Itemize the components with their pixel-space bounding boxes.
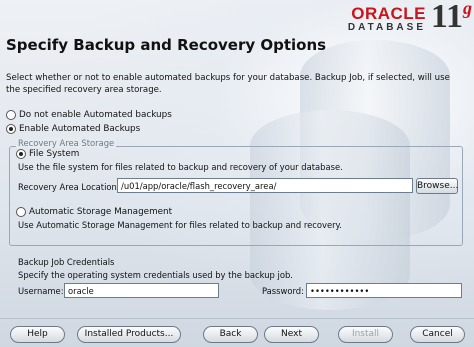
cancel-button[interactable]: Cancel [410,326,465,343]
radio-file-system[interactable]: File System [16,149,79,159]
radio-disable-backups[interactable]: Do not enable Automated backups [6,110,172,120]
radio-button-selected-icon [16,149,26,159]
logo-oracle-text: ORACLE [351,4,426,23]
credentials-heading: Backup Job Credentials [18,257,115,267]
radio-asm[interactable]: Automatic Storage Management [16,207,172,217]
radio-label: Do not enable Automated backups [19,110,172,120]
group-legend: Recovery Area Storage [16,138,117,148]
help-button[interactable]: Help [10,326,65,343]
asm-description: Use Automatic Storage Management for fil… [18,220,342,230]
installed-products-button[interactable]: Installed Products... [77,326,181,343]
radio-button-selected-icon [6,124,16,134]
username-input[interactable]: oracle [64,283,219,298]
header: ORACLE DATABASE 11g Specify Backup and R… [0,0,474,62]
version-suffix: g [463,0,472,18]
footer-divider [0,318,474,319]
credentials-description: Specify the operating system credentials… [18,270,293,280]
version-badge: 11g [431,0,472,36]
radio-button-icon [16,207,26,217]
password-label: Password: [262,286,304,296]
recovery-location-input[interactable]: /u01/app/oracle/flash_recovery_area/ [117,178,413,193]
radio-button-icon [6,110,16,120]
file-system-description: Use the file system for files related to… [18,162,343,172]
version-number: 11 [430,0,463,35]
radio-label: Automatic Storage Management [29,207,173,217]
back-button[interactable]: Back [203,326,258,343]
browse-button[interactable]: Browse... [416,178,458,194]
oracle-logo: ORACLE DATABASE [348,4,426,33]
radio-label: File System [29,149,80,159]
install-button[interactable]: Install [338,326,393,343]
recovery-area-storage-group [9,146,463,246]
page-description: Select whether or not to enable automate… [6,73,450,95]
radio-label: Enable Automated Backups [19,124,141,134]
page-title: Specify Backup and Recovery Options [6,36,327,54]
radio-enable-backups[interactable]: Enable Automated Backups [6,124,140,134]
username-label: Username: [18,286,64,296]
recovery-location-label: Recovery Area Location: [18,182,120,192]
password-input[interactable]: •••••••••••• [306,283,462,298]
next-button[interactable]: Next [264,326,319,343]
logo-database-text: DATABASE [347,22,426,33]
